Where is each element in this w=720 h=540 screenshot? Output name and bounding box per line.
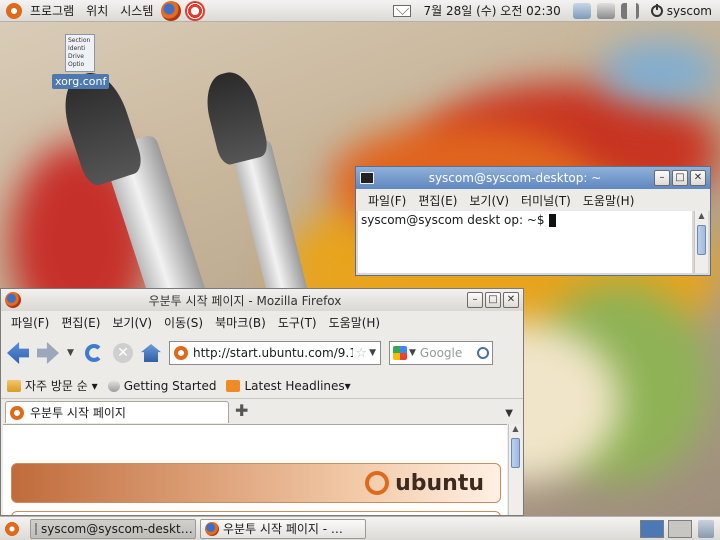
text-file-icon: Section Identi Drive Optio bbox=[65, 34, 95, 72]
terminal-titlebar[interactable]: syscom@syscom-desktop: ~ – □ ✕ bbox=[356, 167, 710, 189]
firefox-icon bbox=[5, 292, 21, 308]
ubuntu-logo-text: ubuntu bbox=[395, 470, 484, 496]
bottom-panel: syscom@syscom-deskt… 우분투 시작 페이지 - … bbox=[0, 516, 720, 540]
terminal-menu-help[interactable]: 도움말(H) bbox=[577, 192, 641, 209]
menu-system[interactable]: 시스템 bbox=[114, 0, 159, 22]
terminal-icon bbox=[35, 522, 37, 535]
firefox-menu-tools[interactable]: 도구(T) bbox=[272, 314, 323, 331]
taskbar-firefox[interactable]: 우분투 시작 페이지 - … bbox=[200, 518, 366, 539]
firefox-menu-bookmarks[interactable]: 북마크(B) bbox=[209, 314, 272, 331]
mail-icon[interactable] bbox=[393, 4, 412, 17]
url-bar[interactable]: http://start.ubuntu.com/9.10 ☆ ▼ bbox=[169, 341, 381, 365]
firefox-menu-view[interactable]: 보기(V) bbox=[106, 314, 158, 331]
terminal-prompt: syscom@syscom deskt op: ~$ bbox=[361, 213, 545, 227]
taskbar-terminal[interactable]: syscom@syscom-deskt… bbox=[30, 518, 196, 539]
rss-icon bbox=[226, 379, 241, 392]
maximize-button[interactable]: □ bbox=[485, 292, 501, 308]
firefox-window[interactable]: 우분투 시작 페이지 - Mozilla Firefox – □ ✕ 파일(F)… bbox=[0, 288, 524, 516]
navigation-toolbar: ▼ ✕ http://start.ubuntu.com/9.10 ☆ ▼ ▼ G… bbox=[1, 333, 523, 373]
tab-label: 우분투 시작 페이지 bbox=[30, 406, 126, 420]
firefox-menubar: 파일(F) 편집(E) 보기(V) 이동(S) 북마크(B) 도구(T) 도움말… bbox=[1, 311, 523, 333]
help-icon[interactable] bbox=[185, 0, 206, 21]
scrollbar-thumb[interactable] bbox=[697, 225, 706, 255]
bookmark-most-visited[interactable]: 자주 방문 순 ▾ bbox=[7, 377, 98, 394]
terminal-menu-file[interactable]: 파일(F) bbox=[362, 192, 412, 209]
scroll-up-icon[interactable]: ▲ bbox=[509, 424, 522, 438]
terminal-menubar: 파일(F) 편집(E) 보기(V) 터미널(T) 도움말(H) bbox=[356, 189, 710, 211]
new-tab-icon[interactable]: ✚ bbox=[235, 401, 248, 420]
url-dropdown-icon[interactable]: ▼ bbox=[369, 348, 376, 358]
forward-arrow-icon[interactable] bbox=[37, 342, 59, 364]
show-desktop-icon[interactable] bbox=[2, 519, 22, 538]
user-switcher[interactable]: syscom bbox=[645, 3, 720, 18]
firefox-menu-edit[interactable]: 편집(E) bbox=[55, 314, 106, 331]
minimize-button[interactable]: – bbox=[467, 292, 483, 308]
workspace-2[interactable] bbox=[668, 519, 692, 538]
desktop-file-label: xorg.conf bbox=[52, 74, 110, 89]
terminal-scrollbar[interactable]: ▲ bbox=[694, 211, 708, 273]
text-cursor bbox=[548, 214, 556, 227]
url-text[interactable]: http://start.ubuntu.com/9.10 bbox=[193, 346, 353, 360]
firefox-menu-help[interactable]: 도움말(H) bbox=[323, 314, 387, 331]
scroll-up-icon[interactable]: ▲ bbox=[695, 211, 708, 225]
firefox-icon bbox=[205, 521, 219, 536]
search-bar[interactable]: ▼ Google bbox=[389, 341, 493, 365]
bookmark-star-icon[interactable]: ☆ bbox=[355, 346, 367, 361]
firefox-title: 우분투 시작 페이지 - Mozilla Firefox bbox=[148, 293, 342, 308]
workspace-1[interactable] bbox=[640, 519, 664, 538]
bookmark-getting-started[interactable]: Getting Started bbox=[107, 379, 216, 393]
search-engine-dropdown-icon[interactable]: ▼ bbox=[409, 348, 416, 358]
terminal-window[interactable]: syscom@syscom-desktop: ~ – □ ✕ 파일(F) 편집(… bbox=[355, 166, 711, 276]
search-input[interactable]: Google bbox=[420, 346, 477, 360]
folder-icon bbox=[7, 379, 21, 392]
terminal-console[interactable]: syscom@syscom deskt op: ~$ bbox=[358, 211, 692, 273]
circle-of-friends-icon bbox=[365, 471, 390, 495]
ubuntu-favicon-icon bbox=[174, 346, 188, 360]
tab-list-chevron-icon[interactable]: ▼ bbox=[505, 408, 513, 419]
menu-places[interactable]: 위치 bbox=[80, 0, 114, 22]
tab-ubuntu-start[interactable]: 우분투 시작 페이지 bbox=[5, 401, 229, 423]
desktop-file-xorg-conf[interactable]: Section Identi Drive Optio xorg.conf bbox=[52, 34, 110, 89]
ubuntu-favicon-icon bbox=[10, 405, 24, 420]
top-panel: 프로그램 위치 시스템 7월 28일 (수) 오전 02:30 syscom bbox=[0, 0, 720, 22]
clock[interactable]: 7월 28일 (수) 오전 02:30 bbox=[423, 2, 560, 19]
page-content[interactable]: ubuntu bbox=[3, 424, 507, 515]
terminal-menu-terminal[interactable]: 터미널(T) bbox=[515, 192, 577, 209]
user-name: syscom bbox=[666, 3, 712, 18]
ubuntu-logo-icon bbox=[6, 2, 22, 19]
reload-icon[interactable] bbox=[85, 344, 103, 362]
bookmarks-toolbar: 자주 방문 순 ▾ Getting Started Latest Headlin… bbox=[1, 373, 523, 399]
menu-applications[interactable]: 프로그램 bbox=[24, 0, 80, 22]
terminal-menu-edit[interactable]: 편집(E) bbox=[412, 192, 463, 209]
network-icon[interactable] bbox=[572, 2, 591, 19]
power-icon bbox=[650, 3, 663, 17]
firefox-menu-file[interactable]: 파일(F) bbox=[5, 314, 55, 331]
ubuntu-banner: ubuntu bbox=[11, 463, 501, 503]
close-button[interactable]: ✕ bbox=[503, 292, 519, 308]
home-icon[interactable] bbox=[141, 344, 161, 362]
firefox-menu-history[interactable]: 이동(S) bbox=[158, 314, 209, 331]
firefox-icon[interactable] bbox=[161, 0, 182, 21]
firefox-titlebar[interactable]: 우분투 시작 페이지 - Mozilla Firefox – □ ✕ bbox=[1, 289, 523, 311]
terminal-icon bbox=[360, 172, 374, 184]
google-engine-icon[interactable] bbox=[393, 346, 407, 360]
history-dropdown-icon[interactable]: ▼ bbox=[67, 348, 75, 358]
search-icon[interactable] bbox=[477, 347, 489, 359]
page-scrollbar[interactable]: ▲ bbox=[508, 424, 522, 515]
terminal-menu-view[interactable]: 보기(V) bbox=[463, 192, 515, 209]
minimize-button[interactable]: – bbox=[654, 170, 670, 186]
page-icon bbox=[107, 379, 120, 392]
bookmark-latest-headlines[interactable]: Latest Headlines ▾ bbox=[226, 379, 351, 393]
tab-bar: 우분투 시작 페이지 ✚ ▼ bbox=[1, 399, 523, 423]
terminal-title: syscom@syscom-desktop: ~ bbox=[428, 171, 602, 185]
volume-icon[interactable] bbox=[620, 2, 639, 19]
maximize-button[interactable]: □ bbox=[672, 170, 688, 186]
update-icon[interactable] bbox=[596, 2, 615, 19]
back-arrow-icon[interactable] bbox=[7, 342, 29, 364]
stop-icon[interactable]: ✕ bbox=[113, 343, 133, 363]
trash-icon[interactable] bbox=[698, 519, 714, 538]
close-button[interactable]: ✕ bbox=[690, 170, 706, 186]
scrollbar-thumb[interactable] bbox=[511, 438, 520, 468]
